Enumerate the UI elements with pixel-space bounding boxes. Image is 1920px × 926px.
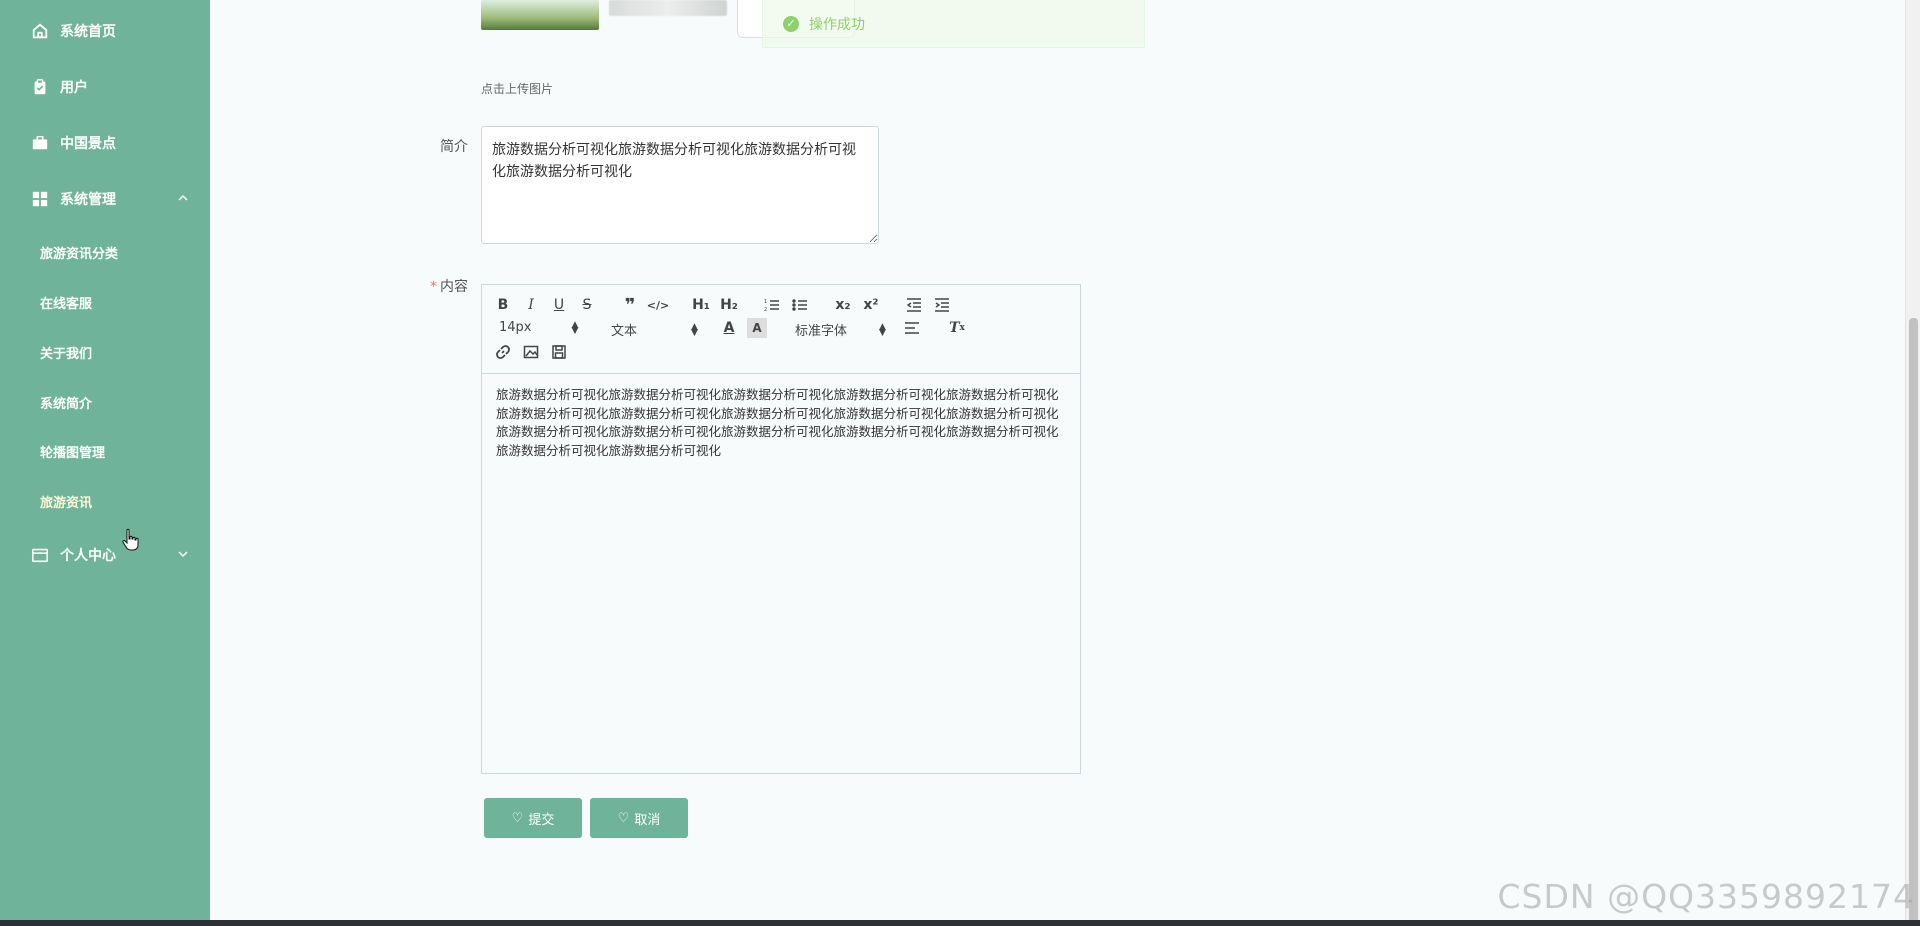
svg-text:1: 1 <box>764 299 767 305</box>
heading1-button[interactable]: H₁ <box>691 295 711 315</box>
editor-content[interactable]: 旅游数据分析可视化旅游数据分析可视化旅游数据分析可视化旅游数据分析可视化旅游数据… <box>482 374 1080 472</box>
watermark: CSDN @QQ3359892174 <box>1497 877 1915 916</box>
chevron-down-icon <box>178 551 188 557</box>
ordered-list-icon[interactable]: 12 <box>762 295 782 315</box>
sidebar-item-label: 用户 <box>60 80 88 96</box>
bullet-list-icon[interactable] <box>790 295 810 315</box>
italic-button[interactable]: I <box>521 295 541 315</box>
home-icon <box>30 21 50 41</box>
sidebar-item-home[interactable]: 系统首页 <box>0 9 210 53</box>
cancel-button[interactable]: ♡ 取消 <box>590 798 688 838</box>
font-size-select[interactable]: 14px ▲ ▼ <box>499 320 578 335</box>
outdent-icon[interactable] <box>904 295 924 315</box>
font-color-icon[interactable]: A <box>719 318 739 338</box>
submenu-label: 系统简介 <box>40 396 93 412</box>
intro-textarea[interactable]: 旅游数据分析可视化旅游数据分析可视化旅游数据分析可视化旅游数据分析可视化 <box>481 126 879 244</box>
block-format-select[interactable]: 文本 ▲ ▼ <box>611 320 698 339</box>
content-label: * 内容 <box>430 276 468 296</box>
submenu-item-travel-news[interactable]: 旅游资讯 <box>0 481 210 521</box>
sidebar-item-scenic-spots[interactable]: 中国景点 <box>0 121 210 165</box>
sidebar-item-system-management[interactable]: 系统管理 <box>0 177 210 221</box>
blockquote-icon[interactable]: ❞ <box>620 295 640 316</box>
submenu-label: 关于我们 <box>40 346 93 362</box>
align-icon[interactable] <box>902 318 922 338</box>
submenu-item-about-us[interactable]: 关于我们 <box>0 332 210 372</box>
briefcase-icon <box>30 133 50 153</box>
sidebar-item-label: 中国景点 <box>60 136 116 152</box>
uploaded-image-thumbnail[interactable] <box>481 0 599 30</box>
subscript-button[interactable]: x₂ <box>833 295 853 315</box>
font-size-value: 14px <box>499 320 532 335</box>
submenu-label: 旅游资讯 <box>40 495 93 511</box>
background-color-icon[interactable]: A <box>747 318 767 338</box>
submit-label: 提交 <box>528 811 555 827</box>
card-icon <box>30 545 50 565</box>
sidebar-item-label: 个人中心 <box>60 548 116 564</box>
uploaded-image-thumbnail[interactable] <box>609 0 727 16</box>
superscript-button[interactable]: x² <box>861 295 881 315</box>
grid-icon <box>30 189 50 209</box>
scrollbar-thumb[interactable] <box>1909 318 1918 923</box>
sidebar-item-personal-center[interactable]: 个人中心 <box>0 533 210 577</box>
editor-toolbar: B I U S ❞ </> H₁ H₂ 12 x₂ x² 14px ▲ ▼ 文本… <box>482 285 1080 374</box>
clear-format-icon[interactable]: Tx <box>947 318 967 338</box>
required-mark: * <box>430 279 437 295</box>
bottom-bar <box>0 920 1920 926</box>
underline-button[interactable]: U <box>549 295 569 315</box>
heading2-button[interactable]: H₂ <box>719 295 739 315</box>
success-toast: ✓ 操作成功 <box>762 0 1145 48</box>
bold-button[interactable]: B <box>493 295 513 315</box>
svg-text:2: 2 <box>764 307 767 313</box>
main-content: ✓ 操作成功 点击上传图片 简介 旅游数据分析可视化旅游数据分析可视化旅游数据分… <box>210 0 1905 926</box>
submenu-label: 在线客服 <box>40 296 93 312</box>
heart-icon: ♡ <box>511 810 524 825</box>
strikethrough-button[interactable]: S <box>577 295 597 315</box>
submenu-item-carousel-management[interactable]: 轮播图管理 <box>0 431 210 471</box>
rich-text-editor: B I U S ❞ </> H₁ H₂ 12 x₂ x² 14px ▲ ▼ 文本… <box>481 284 1081 774</box>
select-arrows-icon: ▲ ▼ <box>691 321 698 338</box>
upload-hint: 点击上传图片 <box>481 82 554 96</box>
submenu-item-travel-news-category[interactable]: 旅游资讯分类 <box>0 232 210 272</box>
submenu-item-system-intro[interactable]: 系统简介 <box>0 382 210 422</box>
hand-cursor-icon <box>122 528 139 551</box>
submenu-label: 轮播图管理 <box>40 445 106 461</box>
select-arrows-icon: ▲ ▼ <box>879 321 886 338</box>
sidebar-item-label: 系统首页 <box>60 24 116 40</box>
cancel-label: 取消 <box>634 811 661 827</box>
link-icon[interactable] <box>493 342 513 362</box>
select-arrows-icon: ▲ ▼ <box>571 319 579 336</box>
sidebar-item-users[interactable]: 用户 <box>0 65 210 109</box>
sidebar: 系统首页 用户 中国景点 系统管理 旅游资讯分类 在线客服 关于我们 系统简介 … <box>0 0 210 926</box>
chevron-up-icon <box>178 195 188 201</box>
block-format-value: 文本 <box>611 324 638 339</box>
toast-message: 操作成功 <box>809 16 865 33</box>
content-label-text: 内容 <box>440 279 468 295</box>
vertical-scrollbar[interactable] <box>1905 0 1920 926</box>
font-family-select[interactable]: 标准字体 ▲ ▼ <box>795 320 886 339</box>
check-circle-icon: ✓ <box>783 15 799 32</box>
submenu-item-online-service[interactable]: 在线客服 <box>0 282 210 322</box>
submenu-label: 旅游资讯分类 <box>40 246 119 262</box>
save-icon[interactable] <box>549 342 569 362</box>
clipboard-icon <box>30 77 50 97</box>
image-icon[interactable] <box>521 342 541 362</box>
submit-button[interactable]: ♡ 提交 <box>484 798 582 838</box>
intro-label: 简介 <box>440 139 468 155</box>
font-family-value: 标准字体 <box>795 324 848 339</box>
heart-icon: ♡ <box>617 810 630 825</box>
indent-icon[interactable] <box>932 295 952 315</box>
sidebar-item-label: 系统管理 <box>60 192 116 208</box>
code-block-icon[interactable]: </> <box>647 295 669 315</box>
